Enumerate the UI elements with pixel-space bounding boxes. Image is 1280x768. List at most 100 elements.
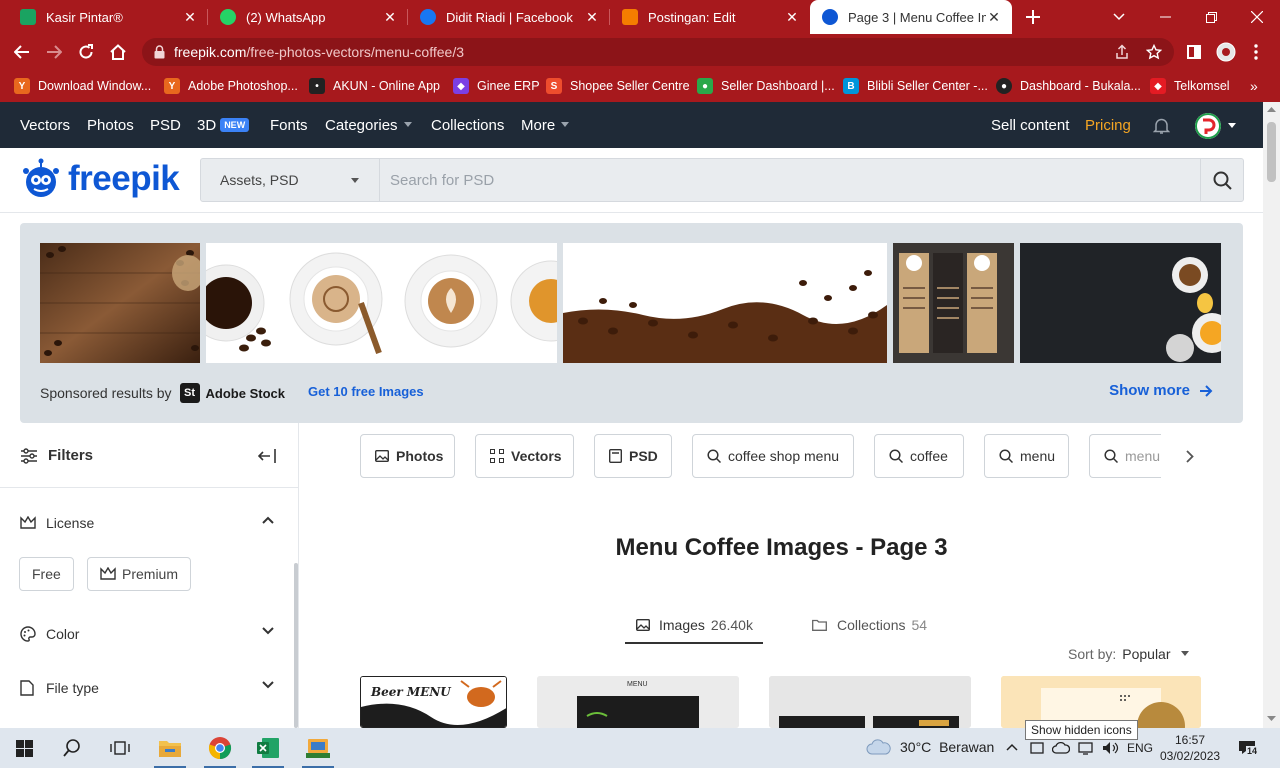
address-bar[interactable]: freepik.com/free-photos-vectors/menu-cof… [142, 38, 1174, 66]
tab-freepik-active[interactable]: Page 3 | Menu Coffee Ima ✕ [810, 0, 1012, 34]
excel-taskbar[interactable] [244, 728, 292, 768]
chips-next-button[interactable] [1178, 444, 1202, 468]
reload-button[interactable] [74, 40, 98, 64]
tab-collections[interactable]: Collections 54 [812, 617, 927, 633]
chip-vectors[interactable]: Vectors [475, 434, 574, 478]
weather-widget[interactable]: 30°C Berawan [866, 739, 994, 755]
tab-search-button[interactable] [1096, 0, 1142, 34]
bookmark-item[interactable]: • AKUN - Online App [309, 76, 440, 96]
user-avatar[interactable] [1195, 113, 1221, 139]
tab-images[interactable]: Images 26.40k [636, 617, 753, 633]
minimize-button[interactable] [1142, 0, 1188, 34]
scroll-down-arrow-icon[interactable] [1267, 716, 1276, 722]
show-more-link[interactable]: Show more [1109, 382, 1213, 399]
bookmark-item[interactable]: ◆ Ginee ERP [453, 76, 540, 96]
get-free-images-link[interactable]: Get 10 free Images [308, 384, 424, 399]
license-premium-button[interactable]: Premium [87, 557, 192, 591]
nav-3d[interactable]: 3D NEW [197, 117, 250, 134]
close-tab-icon[interactable]: ✕ [382, 9, 398, 26]
task-view-button[interactable] [96, 728, 144, 768]
file-explorer-taskbar[interactable] [146, 728, 194, 768]
tab-whatsapp[interactable]: (2) WhatsApp ✕ [208, 0, 408, 34]
chip-related-search[interactable]: menu [984, 434, 1069, 478]
search-button[interactable] [1200, 159, 1243, 201]
scroll-up-arrow-icon[interactable] [1267, 106, 1276, 112]
sell-content-link[interactable]: Sell content [991, 117, 1069, 134]
profile-avatar-button[interactable] [1214, 40, 1238, 64]
asset-type-select[interactable]: Assets, PSD [201, 159, 380, 201]
result-thumbnail[interactable] [769, 676, 971, 728]
home-button[interactable] [106, 40, 130, 64]
collapse-sidebar-icon[interactable] [258, 449, 276, 463]
forward-button[interactable] [42, 40, 66, 64]
close-tab-icon[interactable]: ✕ [182, 9, 198, 26]
network-icon[interactable] [1078, 741, 1096, 755]
bookmark-star-icon[interactable] [1146, 44, 1162, 60]
chevron-up-icon[interactable] [1006, 743, 1018, 751]
close-tab-icon[interactable]: ✕ [584, 9, 600, 26]
tab-kasir-pintar[interactable]: Kasir Pintar® ✕ [8, 0, 208, 34]
scrollbar-thumb[interactable] [1267, 122, 1276, 182]
license-section-toggle[interactable]: License [20, 511, 280, 535]
onedrive-cloud-icon[interactable] [1052, 741, 1070, 755]
file-type-section-toggle[interactable]: File type [20, 676, 280, 700]
notification-center-button[interactable]: 14 [1238, 740, 1259, 756]
search-input[interactable] [390, 159, 1200, 201]
tab-blogger[interactable]: Postingan: Edit ✕ [610, 0, 810, 34]
result-thumbnail[interactable]: Beer MENU [360, 676, 507, 728]
nav-fonts[interactable]: Fonts [270, 117, 308, 134]
more-bookmarks-button[interactable]: » [1250, 76, 1258, 96]
close-tab-icon[interactable]: ✕ [986, 9, 1002, 26]
nav-categories[interactable]: Categories [325, 117, 412, 134]
taskbar-search-button[interactable] [48, 728, 96, 768]
browser-menu-button[interactable] [1244, 40, 1268, 64]
nav-photos[interactable]: Photos [87, 117, 134, 134]
license-free-button[interactable]: Free [19, 557, 74, 591]
url-text[interactable]: freepik.com/free-photos-vectors/menu-cof… [174, 44, 464, 60]
bookmark-item[interactable]: ◆ Telkomsel [1150, 76, 1230, 96]
nav-vectors[interactable]: Vectors [20, 117, 70, 134]
close-window-button[interactable] [1234, 0, 1280, 34]
chip-related-search[interactable]: coffee [874, 434, 964, 478]
sponsored-image-dark-table[interactable] [1020, 243, 1221, 363]
page-scrollbar[interactable] [1263, 102, 1280, 728]
color-section-toggle[interactable]: Color [20, 622, 280, 646]
result-thumbnail[interactable]: MENU [537, 676, 739, 728]
bookmark-item[interactable]: ● Dashboard - Bukala... [996, 76, 1141, 96]
app-taskbar[interactable] [294, 728, 342, 768]
bookmark-item[interactable]: Y Download Window... [14, 76, 151, 96]
chrome-taskbar[interactable] [196, 728, 244, 768]
meet-now-icon[interactable] [1030, 741, 1044, 755]
new-tab-button[interactable] [1010, 0, 1056, 34]
system-clock[interactable]: 16:57 03/02/2023 [1160, 732, 1220, 764]
nav-psd[interactable]: PSD [150, 117, 181, 134]
chip-related-search[interactable]: coffee shop menu [692, 434, 854, 478]
chip-related-search-partial[interactable]: menu [1089, 434, 1161, 478]
sidebar-scrollbar[interactable] [294, 563, 298, 728]
start-button[interactable] [0, 728, 48, 768]
bookmark-item[interactable]: Y Adobe Photoshop... [164, 76, 298, 96]
sidebar-toggle-button[interactable] [1182, 40, 1206, 64]
freepik-logo[interactable]: freepik [20, 158, 180, 200]
sponsored-image-menu-template[interactable] [893, 243, 1014, 363]
back-button[interactable] [10, 40, 34, 64]
chip-psd[interactable]: PSD [594, 434, 672, 478]
bookmark-item[interactable]: B Blibli Seller Center -... [843, 76, 988, 96]
bookmark-item[interactable]: ● Seller Dashboard |... [697, 76, 835, 96]
sponsored-image-coffee-cups[interactable] [206, 243, 557, 363]
sponsored-image-scattered-beans[interactable] [563, 243, 887, 363]
avatar-caret-icon[interactable] [1228, 123, 1236, 128]
volume-icon[interactable] [1102, 741, 1120, 755]
language-indicator[interactable]: ENG [1127, 741, 1153, 755]
restore-button[interactable] [1188, 0, 1234, 34]
bell-icon[interactable] [1153, 117, 1170, 134]
share-icon[interactable] [1114, 44, 1130, 60]
chip-photos[interactable]: Photos [360, 434, 455, 478]
tab-facebook[interactable]: Didit Riadi | Facebook ✕ [408, 0, 610, 34]
nav-more[interactable]: More [521, 117, 570, 134]
sponsored-image-wooden-beans[interactable] [40, 243, 200, 363]
close-tab-icon[interactable]: ✕ [784, 9, 800, 26]
bookmark-item[interactable]: S Shopee Seller Centre [546, 76, 690, 96]
nav-collections[interactable]: Collections [431, 117, 504, 134]
sort-dropdown[interactable]: Sort by: Popular [1068, 646, 1189, 662]
